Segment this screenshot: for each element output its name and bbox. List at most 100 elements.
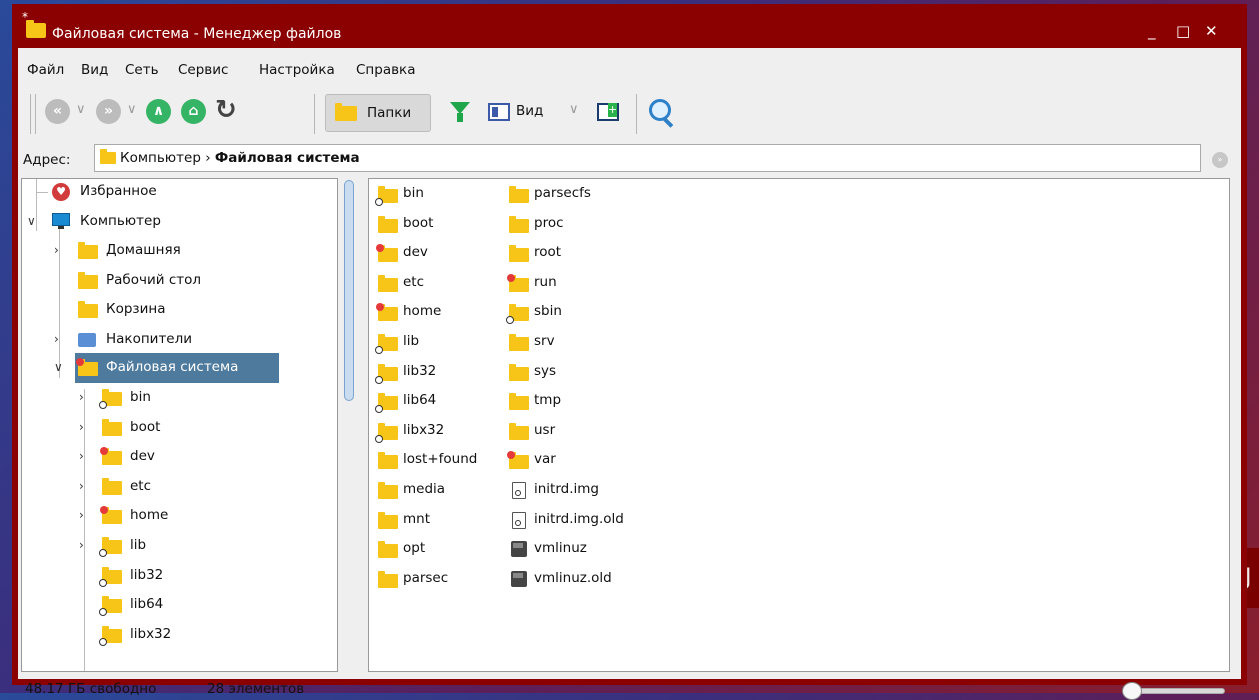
view-button-label[interactable]: Вид xyxy=(516,103,543,119)
address-field[interactable]: Компьютер › Файловая система xyxy=(94,144,1201,172)
tree-item-lib32[interactable]: lib32 xyxy=(22,563,322,589)
collapse-chevron-icon[interactable]: ∨ xyxy=(54,360,63,374)
file-item-lib32[interactable]: lib32 xyxy=(372,359,492,385)
title-bar[interactable]: * Файловая система - Менеджер файлов _ □… xyxy=(12,4,1247,48)
tree-item-etc[interactable]: › etc xyxy=(22,474,322,500)
breadcrumb-computer[interactable]: Компьютер xyxy=(120,150,201,166)
maximize-button[interactable]: □ xyxy=(1176,22,1190,40)
tree-item-bin[interactable]: › bin xyxy=(22,385,322,411)
menu-help[interactable]: Справка xyxy=(356,62,415,78)
expand-chevron-icon[interactable]: › xyxy=(79,390,84,404)
breadcrumb: Компьютер › Файловая система xyxy=(120,150,360,166)
link-badge-icon xyxy=(99,401,107,409)
expand-chevron-icon[interactable]: › xyxy=(54,243,59,257)
tree-item-trash[interactable]: Корзина xyxy=(22,297,322,323)
file-item-tmp[interactable]: tmp xyxy=(503,388,653,414)
collapse-chevron-icon[interactable]: ∨ xyxy=(27,214,36,228)
file-item-opt[interactable]: opt xyxy=(372,536,492,562)
file-name: bin xyxy=(403,185,424,201)
back-button[interactable]: « xyxy=(45,99,70,124)
file-item-parsec[interactable]: parsec xyxy=(372,566,492,592)
tree-item-boot[interactable]: › boot xyxy=(22,415,322,441)
file-item-media[interactable]: media xyxy=(372,477,492,503)
view-mode-icon[interactable] xyxy=(488,103,510,121)
menu-service[interactable]: Сервис xyxy=(178,62,228,78)
forward-button[interactable]: » xyxy=(96,99,121,124)
file-item-mnt[interactable]: mnt xyxy=(372,507,492,533)
back-history-chevron-icon[interactable]: ∨ xyxy=(76,102,86,117)
file-item-lib[interactable]: lib xyxy=(372,329,492,355)
file-name: media xyxy=(403,481,446,497)
menu-view[interactable]: Вид xyxy=(81,62,108,78)
tree-item-label: lib64 xyxy=(130,596,164,612)
search-icon[interactable] xyxy=(649,99,671,121)
file-item-libx32[interactable]: libx32 xyxy=(372,418,492,444)
tree-item-lib[interactable]: › lib xyxy=(22,533,322,559)
file-item-bin[interactable]: bin xyxy=(372,181,492,207)
close-button[interactable]: ✕ xyxy=(1205,22,1218,40)
breadcrumb-current[interactable]: Файловая система xyxy=(215,150,360,166)
forward-history-chevron-icon[interactable]: ∨ xyxy=(127,102,137,117)
tree-item-computer[interactable]: ∨ Компьютер xyxy=(22,209,322,235)
folders-toggle-button[interactable]: Папки xyxy=(325,94,431,132)
folder-link-icon xyxy=(375,393,398,413)
expand-chevron-icon[interactable]: › xyxy=(79,538,84,552)
tree-item-home-dir[interactable]: › home xyxy=(22,503,322,529)
tree-item-label: Корзина xyxy=(106,301,166,317)
go-button[interactable]: » xyxy=(1212,152,1228,168)
file-item-run[interactable]: run xyxy=(503,270,653,296)
file-item-initrd-img[interactable]: initrd.img xyxy=(503,477,653,503)
file-item-lost-found[interactable]: lost+found xyxy=(372,447,498,473)
minimize-button[interactable]: _ xyxy=(1148,22,1156,40)
file-item-root[interactable]: root xyxy=(503,240,653,266)
split-view-icon[interactable] xyxy=(597,103,619,121)
expand-chevron-icon[interactable]: › xyxy=(79,479,84,493)
file-item-dev[interactable]: dev xyxy=(372,240,492,266)
file-item-usr[interactable]: usr xyxy=(503,418,653,444)
refresh-button[interactable]: ↻ xyxy=(215,95,237,125)
toolbar-grip[interactable] xyxy=(30,94,36,134)
expand-chevron-icon[interactable]: › xyxy=(79,449,84,463)
up-button[interactable]: ∧ xyxy=(146,99,171,124)
folder-icon xyxy=(509,186,529,203)
tree-item-libx32[interactable]: libx32 xyxy=(22,622,322,648)
zoom-slider-handle[interactable] xyxy=(1122,682,1142,700)
folder-link-icon xyxy=(375,186,398,206)
tree-item-drives[interactable]: › Накопители xyxy=(22,327,322,353)
file-item-sbin[interactable]: sbin xyxy=(503,299,653,325)
tree-item-favorites[interactable]: ♥ Избранное xyxy=(22,179,322,205)
file-item-var[interactable]: var xyxy=(503,447,653,473)
menu-file[interactable]: Файл xyxy=(27,62,64,78)
file-item-srv[interactable]: srv xyxy=(503,329,653,355)
file-item-initrd-img-old[interactable]: initrd.img.old xyxy=(503,507,653,533)
tree-scrollbar[interactable] xyxy=(344,180,354,401)
expand-chevron-icon[interactable]: › xyxy=(54,332,59,346)
home-button[interactable]: ⌂ xyxy=(181,99,206,124)
tree-item-lib64[interactable]: lib64 xyxy=(22,592,322,618)
status-bar: 48.17 ГБ свободно 28 элементов xyxy=(18,672,1241,700)
expand-chevron-icon[interactable]: › xyxy=(79,508,84,522)
file-item-boot[interactable]: boot xyxy=(372,211,492,237)
folder-red-icon xyxy=(376,244,398,262)
menu-bar: Файл Вид Сеть Сервис Настройка Справка xyxy=(18,48,1241,84)
file-item-lib64[interactable]: lib64 xyxy=(372,388,492,414)
expand-chevron-icon[interactable]: › xyxy=(79,420,84,434)
view-options-chevron-icon[interactable]: ∨ xyxy=(569,102,579,117)
filter-icon[interactable] xyxy=(450,102,470,122)
link-badge-icon xyxy=(375,346,383,354)
tree-item-home[interactable]: › Домашняя xyxy=(22,238,322,264)
tree-item-filesystem[interactable]: ∨ Файловая система xyxy=(22,355,322,381)
file-item-vmlinuz-old[interactable]: vmlinuz.old xyxy=(503,566,653,592)
tree-item-dev[interactable]: › dev xyxy=(22,444,322,470)
file-item-parsecfs[interactable]: parsecfs xyxy=(503,181,653,207)
folder-icon xyxy=(335,103,357,121)
tree-item-desktop[interactable]: Рабочий стол xyxy=(22,268,322,294)
file-item-sys[interactable]: sys xyxy=(503,359,653,385)
file-item-home[interactable]: home xyxy=(372,299,492,325)
file-item-vmlinuz[interactable]: vmlinuz xyxy=(503,536,653,562)
menu-settings[interactable]: Настройка xyxy=(259,62,335,78)
menu-network[interactable]: Сеть xyxy=(125,62,159,78)
file-item-etc[interactable]: etc xyxy=(372,270,492,296)
file-item-proc[interactable]: proc xyxy=(503,211,653,237)
file-name: lib xyxy=(403,333,420,349)
